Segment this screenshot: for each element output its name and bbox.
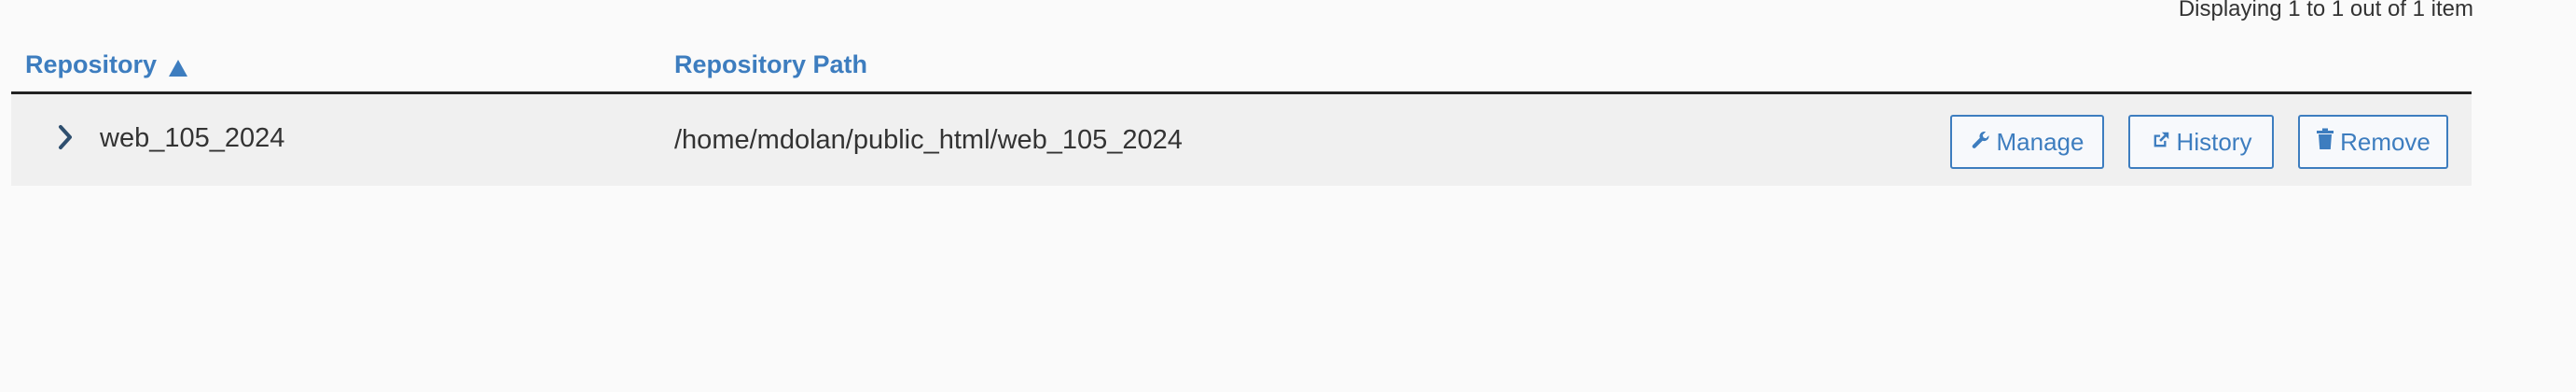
remove-button-label: Remove [2340, 127, 2431, 156]
column-header-repository[interactable]: Repository [25, 37, 188, 91]
trash-icon [2316, 128, 2340, 157]
column-header-repository-path[interactable]: Repository Path [674, 37, 867, 91]
repository-path: /home/mdolan/public_html/web_105_2024 [674, 124, 1183, 155]
manage-button-label: Manage [1996, 127, 2084, 156]
expand-row-button[interactable] [48, 122, 82, 156]
pagination-summary: Displaying 1 to 1 out of 1 item [2178, 0, 2473, 21]
column-header-repository-label: Repository [25, 49, 158, 78]
repository-list-page: Displaying 1 to 1 out of 1 item Reposito… [0, 0, 2576, 392]
history-button[interactable]: History [2128, 115, 2274, 169]
table-header: Repository Repository Path [11, 37, 2472, 94]
history-button-label: History [2176, 127, 2252, 156]
sort-ascending-icon [168, 55, 188, 77]
repository-name: web_105_2024 [100, 122, 285, 153]
column-header-repository-path-label: Repository Path [674, 49, 868, 78]
table-row: web_105_2024 /home/mdolan/public_html/we… [11, 94, 2472, 186]
manage-button[interactable]: Manage [1950, 115, 2104, 169]
remove-button[interactable]: Remove [2298, 115, 2448, 169]
external-link-icon [2151, 128, 2177, 157]
repository-table: Repository Repository Path web_105_2024 … [11, 37, 2472, 186]
chevron-right-icon [57, 124, 74, 155]
wrench-icon [1971, 128, 1997, 157]
